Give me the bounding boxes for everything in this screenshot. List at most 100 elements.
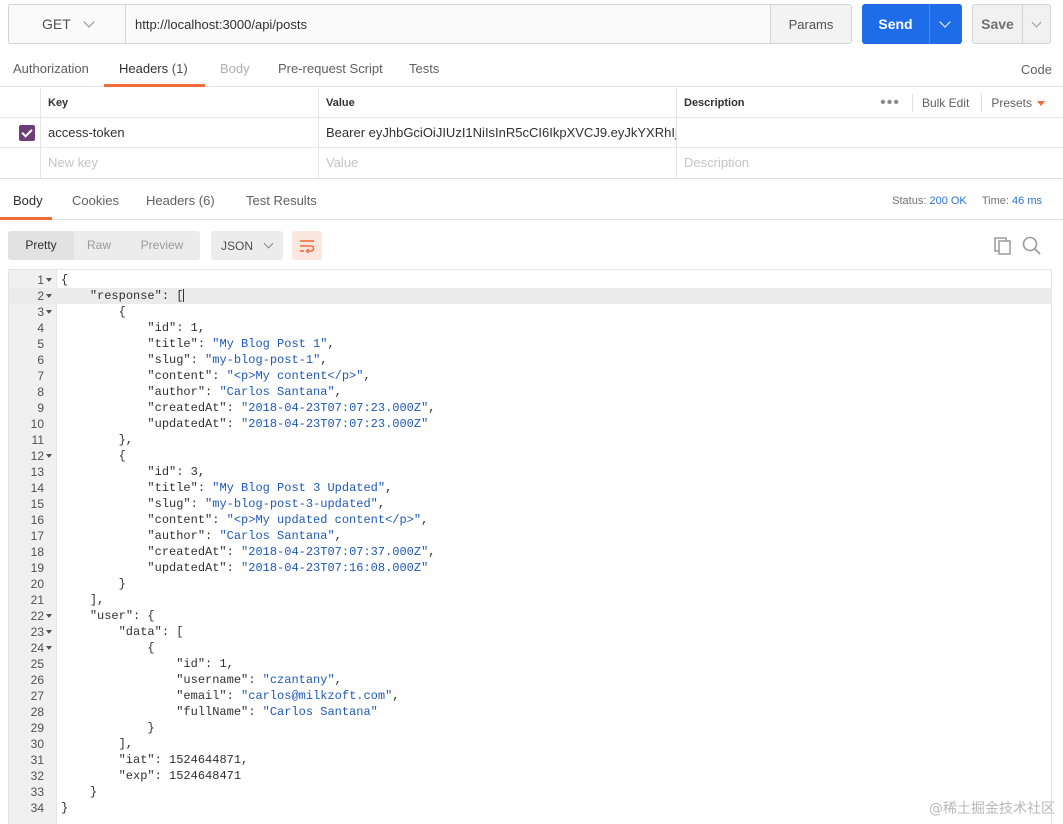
code-line: 12 { <box>9 448 1051 464</box>
send-button[interactable]: Send <box>862 4 962 44</box>
code-line: 17 "author": "Carlos Santana", <box>9 528 1051 544</box>
bulk-edit-link[interactable]: Bulk Edit <box>922 96 969 110</box>
new-value-field[interactable]: Value <box>318 148 677 178</box>
line-number: 2 <box>37 289 44 303</box>
copy-icon[interactable] <box>992 235 1014 257</box>
code-line: 6 "slug": "my-blog-post-1", <box>9 352 1051 368</box>
table-actions: ••• Bulk Edit Presets <box>880 88 1063 118</box>
line-number: 8 <box>37 385 44 399</box>
response-body-editor[interactable]: 1{2 "response": [3 {4 "id": 1, 5 "title":… <box>8 269 1052 824</box>
code-text: "updatedAt": "2018-04-23T07:07:23.000Z" <box>147 417 429 431</box>
line-number: 9 <box>37 401 44 415</box>
line-number: 16 <box>30 513 44 527</box>
chevron-down-icon[interactable] <box>1031 17 1042 27</box>
column-key: Key <box>40 88 319 118</box>
line-number: 17 <box>30 529 44 543</box>
line-number: 4 <box>37 321 44 335</box>
code-text: "slug": "my-blog-post-3-updated", <box>147 497 386 511</box>
code-text: "iat": 1524644871, <box>118 753 249 767</box>
code-text: "createdAt": "2018-04-23T07:07:37.000Z", <box>147 545 436 559</box>
presets-dropdown[interactable]: Presets <box>991 96 1045 110</box>
presets-label: Presets <box>991 96 1032 110</box>
code-line: 30 ], <box>9 736 1051 752</box>
fold-caret-icon[interactable] <box>46 278 52 282</box>
code-text: } <box>147 721 155 735</box>
method-select[interactable]: GET <box>9 5 126 43</box>
line-number: 33 <box>30 785 44 799</box>
table-header-row: Key Value Description ••• Bulk Edit Pres… <box>0 88 1063 118</box>
code-text: "createdAt": "2018-04-23T07:07:23.000Z", <box>147 401 436 415</box>
code-line: 2 "response": [ <box>9 288 1051 304</box>
url-input[interactable] <box>126 5 770 43</box>
chevron-down-icon <box>263 238 274 249</box>
chevron-down-icon[interactable] <box>939 15 951 28</box>
actions-divider <box>911 94 913 112</box>
chevron-down-icon <box>83 15 95 28</box>
tab-authorization[interactable]: Authorization <box>13 52 89 86</box>
code-text: "fullName": "Carlos Santana" <box>176 705 378 719</box>
wrap-lines-button[interactable] <box>292 231 322 260</box>
header-value-field[interactable]: Bearer eyJhbGciOiJIUzI1NiIsInR5cCI6IkpXV… <box>318 118 677 148</box>
new-description-field[interactable]: Description <box>676 148 1063 178</box>
header-key-field[interactable]: access-token <box>40 118 319 148</box>
code-line: 5 "title": "My Blog Post 1", <box>9 336 1051 352</box>
tab-response-body[interactable]: Body <box>13 186 43 216</box>
code-text: "title": "My Blog Post 3 Updated", <box>147 481 393 495</box>
format-select[interactable]: JSON <box>211 231 283 260</box>
code-line: 20 } <box>9 576 1051 592</box>
save-button[interactable]: Save <box>972 4 1051 44</box>
raw-button[interactable]: Raw <box>74 231 124 260</box>
tab-label: Pre-request Script <box>278 61 383 76</box>
tab-headers[interactable]: Headers (1) <box>119 52 188 86</box>
line-number: 7 <box>37 369 44 383</box>
line-number: 22 <box>30 609 44 623</box>
header-enabled-checkbox[interactable] <box>19 125 35 141</box>
code-text: }, <box>118 433 134 447</box>
tab-label: Headers <box>119 61 169 76</box>
preview-button[interactable]: Preview <box>124 231 200 260</box>
new-key-field[interactable]: New key <box>40 148 319 178</box>
code-text: "id": 1, <box>176 657 234 671</box>
tab-cookies[interactable]: Cookies <box>72 186 119 216</box>
line-number: 23 <box>30 625 44 639</box>
code-line: 4 "id": 1, <box>9 320 1051 336</box>
code-text: "content": "<p>My updated content</p>", <box>147 513 429 527</box>
line-number: 27 <box>30 689 44 703</box>
more-options-icon[interactable]: ••• <box>880 94 900 112</box>
code-link[interactable]: Code <box>1021 52 1052 86</box>
code-line: 15 "slug": "my-blog-post-3-updated", <box>9 496 1051 512</box>
params-button[interactable]: Params <box>770 5 851 43</box>
line-number: 12 <box>30 449 44 463</box>
search-icon[interactable] <box>1021 235 1043 257</box>
code-line: 28 "fullName": "Carlos Santana" <box>9 704 1051 720</box>
table-row: access-token Bearer eyJhbGciOiJIUzI1NiIs… <box>0 118 1063 148</box>
tab-response-headers[interactable]: Headers (6) <box>146 186 215 216</box>
send-divider <box>929 4 930 44</box>
tab-test-results[interactable]: Test Results <box>246 186 317 216</box>
fold-caret-icon[interactable] <box>46 454 52 458</box>
tab-prerequest-script[interactable]: Pre-request Script <box>278 52 383 86</box>
tab-tests[interactable]: Tests <box>409 52 439 86</box>
code-text: "id": 3, <box>147 465 206 479</box>
fold-caret-icon[interactable] <box>46 294 52 298</box>
line-number: 20 <box>30 577 44 591</box>
pretty-button[interactable]: Pretty <box>8 231 74 260</box>
fold-caret-icon[interactable] <box>46 614 52 618</box>
code-line: 32 "exp": 1524648471 <box>9 768 1051 784</box>
format-label: JSON <box>221 238 254 253</box>
save-divider <box>1022 5 1023 43</box>
tab-count: (6) <box>198 193 215 208</box>
tab-label: Body <box>13 193 43 208</box>
actions-divider <box>981 94 983 112</box>
fold-caret-icon[interactable] <box>46 646 52 650</box>
code-text: "email": "carlos@milkzoft.com", <box>176 689 400 703</box>
header-description-field[interactable] <box>676 118 1063 148</box>
line-number: 29 <box>30 721 44 735</box>
table-row-new: New key Value Description <box>0 148 1063 178</box>
code-text: } <box>118 577 126 591</box>
code-text: "user": { <box>89 609 155 623</box>
tab-body[interactable]: Body <box>220 52 250 86</box>
save-label: Save <box>981 16 1014 32</box>
fold-caret-icon[interactable] <box>46 630 52 634</box>
fold-caret-icon[interactable] <box>46 310 52 314</box>
